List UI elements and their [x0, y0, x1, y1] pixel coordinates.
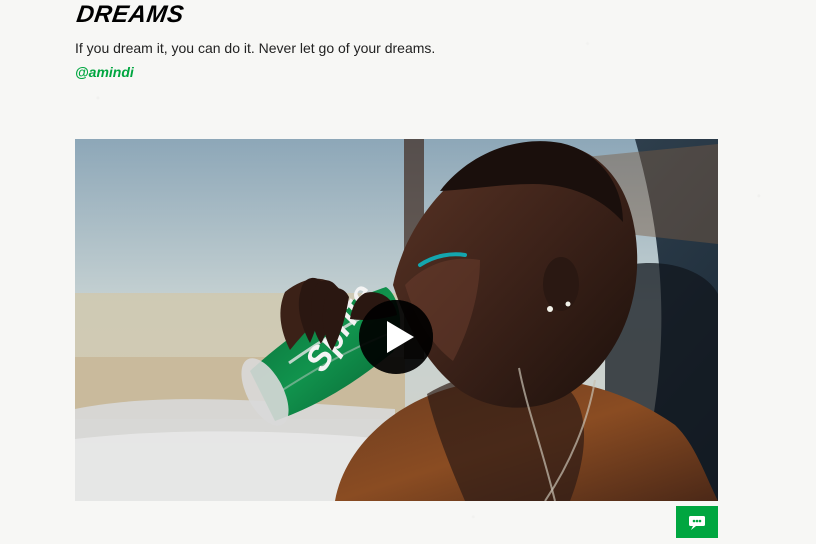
video-play-button[interactable] — [359, 300, 433, 374]
chat-button[interactable] — [676, 506, 718, 538]
post-text: If you dream it, you can do it. Never le… — [75, 40, 436, 56]
play-icon — [359, 300, 433, 374]
chat-icon — [689, 516, 705, 530]
video-player[interactable]: Sprite — [75, 139, 718, 501]
post-title: DREAMS — [74, 1, 186, 28]
page: DREAMS If you dream it, you can do it. N… — [0, 0, 816, 544]
post-handle-link[interactable]: @amindi — [75, 63, 134, 81]
